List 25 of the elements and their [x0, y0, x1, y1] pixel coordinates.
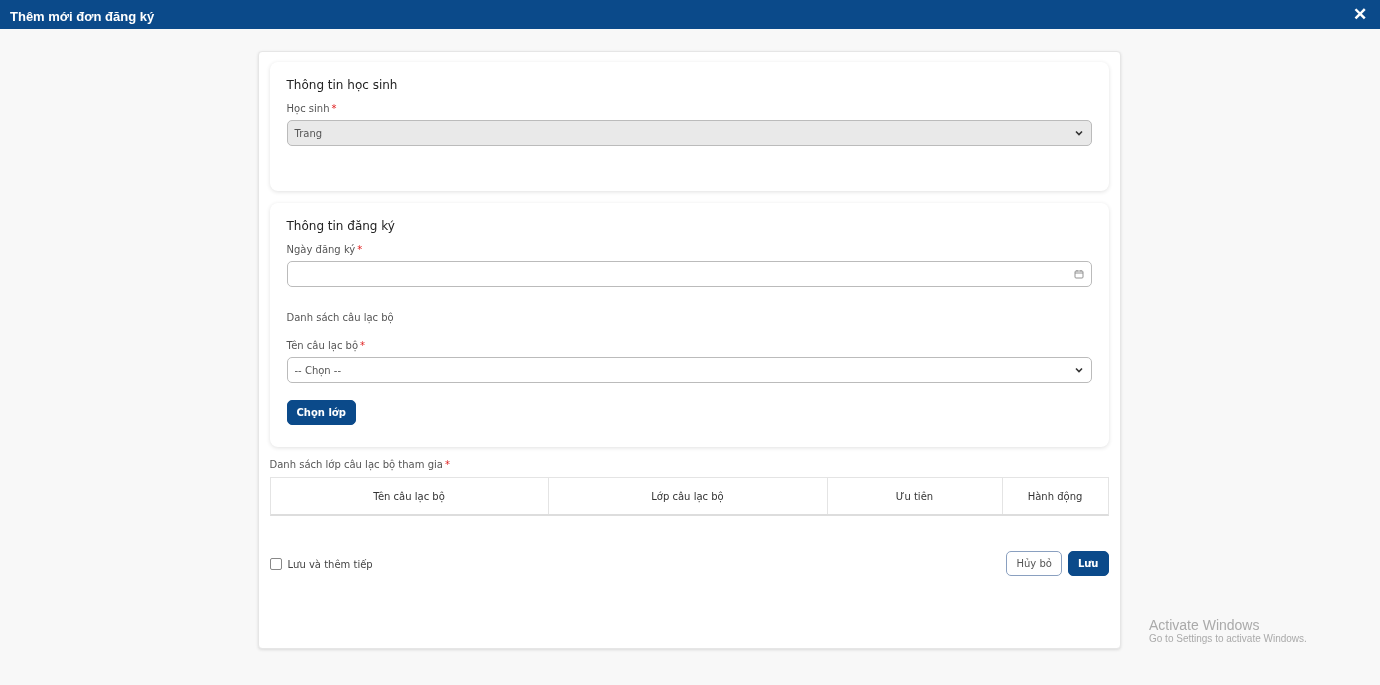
window-title: Thêm mới đơn đăng ký	[10, 8, 155, 24]
column-header: Tên câu lạc bộ	[270, 478, 549, 514]
activation-notice-text: Go to Settings to activate Windows.	[1149, 633, 1307, 644]
section-title: Thông tin học sinh	[286, 78, 398, 92]
section-subheading: Danh sách câu lạc bộ	[286, 312, 394, 323]
date-field[interactable]	[286, 261, 1092, 287]
chevron-down-icon	[1073, 128, 1084, 138]
column-header: Ưu tiên	[827, 478, 1003, 514]
section-title: Thông tin đăng ký	[286, 219, 395, 233]
save-button[interactable]: Lưu	[1067, 551, 1109, 576]
field-label: Tên câu lạc bộ *	[286, 340, 366, 351]
select-field[interactable]: -- Chọn --	[286, 357, 1092, 383]
field-label: Ngày đăng ký *	[286, 244, 363, 255]
choose-class-button[interactable]: Chọn lớp	[286, 400, 356, 425]
calendar-icon	[1073, 269, 1084, 279]
close-button[interactable]: ✕	[1350, 4, 1370, 25]
column-header: Lớp câu lạc bộ	[548, 478, 828, 514]
field-label: Học sinh *	[286, 103, 337, 114]
checkbox[interactable]	[269, 558, 282, 570]
chevron-down-icon	[1073, 365, 1084, 375]
activation-notice-title: Activate Windows	[1149, 617, 1261, 633]
field-label: Danh sách lớp câu lạc bộ tham gia *	[269, 459, 451, 470]
checkbox-label: Lưu và thêm tiếp	[287, 558, 373, 570]
column-header: Hành động	[1026, 489, 1084, 505]
cancel-button[interactable]: Hủy bỏ	[1006, 551, 1062, 576]
